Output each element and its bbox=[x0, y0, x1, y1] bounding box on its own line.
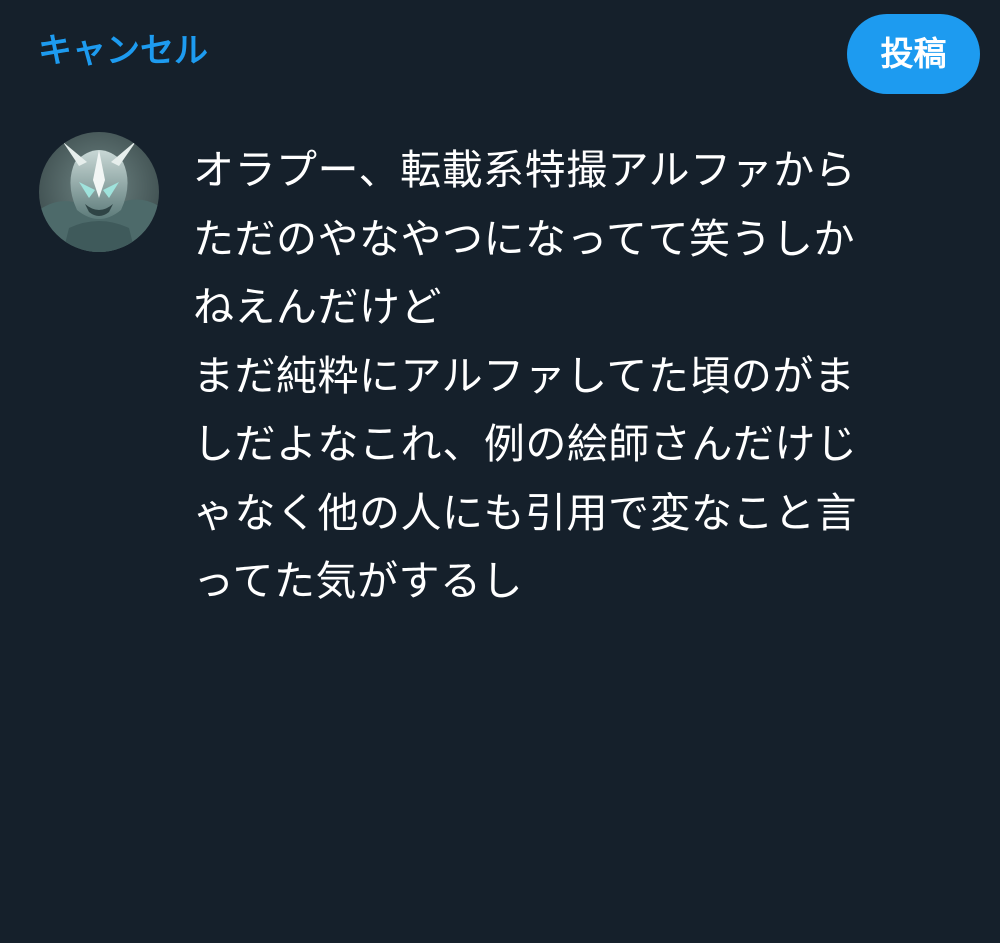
tweet-text-line: ねえんだけど bbox=[193, 283, 442, 331]
tweet-text-line: オラプー、転載系特撮アルファから bbox=[193, 146, 857, 194]
tweet-text-line: ってた気がするし bbox=[193, 557, 523, 605]
compose-screen: キャンセル 投稿 オラプー、転載系特撮アルファから ただのやなやつになってて笑う… bbox=[0, 0, 1000, 943]
post-button[interactable]: 投稿 bbox=[847, 14, 980, 94]
avatar-image bbox=[39, 132, 159, 252]
tweet-text-line: ゃなく他の人にも引用で変なこと言 bbox=[193, 488, 857, 537]
tweet-text-line: ただのやなやつになってて笑うしか bbox=[193, 214, 855, 263]
avatar[interactable] bbox=[39, 132, 159, 252]
tweet-text-field[interactable]: オラプー、転載系特撮アルファから ただのやなやつになってて笑うしか ねえんだけど… bbox=[193, 136, 953, 616]
tweet-text-line: まだ純粋にアルファしてた頃のがま bbox=[193, 351, 856, 400]
tweet-text-line: しだよなこれ、例の絵師さんだけじ bbox=[193, 420, 858, 468]
cancel-button[interactable]: キャンセル bbox=[38, 28, 208, 74]
